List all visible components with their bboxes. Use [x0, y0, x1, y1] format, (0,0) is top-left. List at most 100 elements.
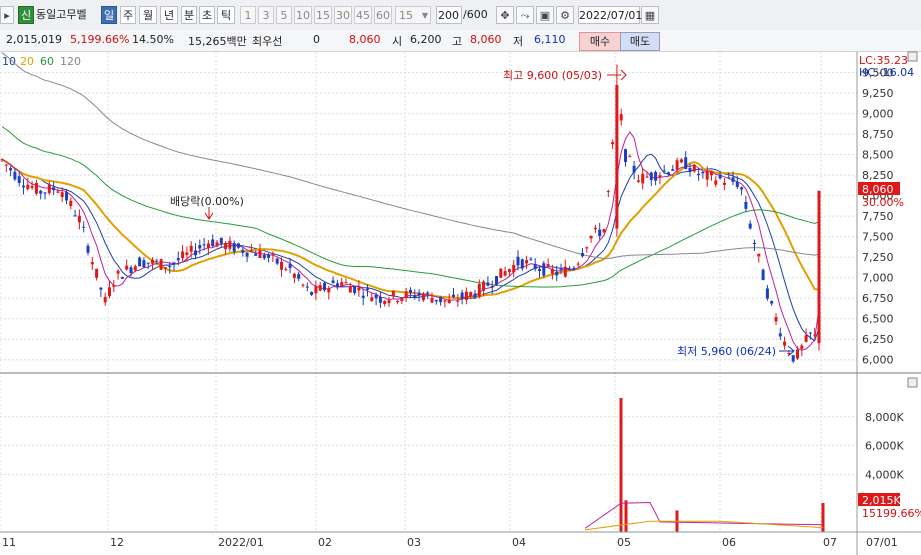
candle-body — [538, 269, 541, 271]
candle-body — [172, 262, 176, 264]
candle-body — [443, 300, 447, 302]
candle-body — [426, 292, 430, 294]
candle-body — [301, 284, 305, 286]
candle-body — [245, 252, 249, 257]
candle-body — [744, 201, 748, 209]
candle-body — [396, 301, 400, 303]
candle-body — [258, 250, 262, 258]
candle-body — [460, 292, 464, 299]
candle-body — [138, 257, 142, 267]
candle-body — [421, 295, 425, 301]
candle-body — [679, 159, 683, 163]
candle-body — [727, 177, 731, 179]
candle-body — [813, 334, 817, 336]
y-tick-label: 6,000 — [862, 354, 894, 367]
candle-body — [701, 171, 705, 174]
candle-body — [39, 190, 43, 194]
candle-body — [366, 288, 369, 290]
hc-label: HC:-16.04 — [859, 66, 914, 79]
candle-body — [129, 267, 133, 274]
candle-body — [99, 287, 103, 290]
candle-body — [4, 164, 8, 166]
candle-body — [654, 171, 658, 181]
candle-body — [383, 301, 387, 305]
candle-body — [65, 192, 68, 201]
candle-body — [770, 301, 774, 304]
candle-body — [335, 283, 339, 288]
volume-tick-label: 6,000K — [865, 440, 904, 453]
y-tick-label: 7,500 — [862, 231, 894, 244]
candle-body — [662, 170, 666, 172]
candle-body — [671, 169, 675, 171]
candle-body — [370, 297, 374, 302]
candle-body — [331, 280, 335, 284]
candle-body — [116, 270, 120, 274]
ma-10-line — [1, 153, 820, 342]
candle-body — [280, 261, 283, 270]
candle-body — [740, 187, 744, 190]
candle-body — [17, 176, 21, 183]
candle-body — [800, 345, 804, 349]
candle-body — [400, 298, 404, 302]
low-annotation: 최저 5,960 (06/24) — [677, 345, 776, 358]
candle-body — [181, 251, 185, 259]
stock-chart[interactable]: 6,000 6,250 6,500 6,750 7,000 7,250 7,500 7,750… — [0, 0, 921, 555]
y-tick-label: 8,250 — [862, 169, 894, 182]
volume-spike — [619, 398, 623, 532]
candle-body — [95, 268, 99, 278]
candle-body — [409, 289, 412, 293]
ma-120-line — [1, 52, 820, 259]
candle-body — [90, 262, 94, 265]
candle-body — [559, 268, 563, 270]
candle-body — [645, 176, 649, 178]
candle-body — [82, 226, 86, 228]
candle-body — [194, 250, 197, 256]
candle-body — [774, 317, 778, 322]
candle-body — [267, 254, 271, 258]
y-tick-label: 9,000 — [862, 108, 894, 121]
candle-body — [357, 287, 361, 291]
candle-body — [585, 247, 589, 249]
candle-body — [310, 291, 314, 295]
candle-body — [387, 300, 391, 304]
candle-body — [503, 271, 507, 276]
candle-body — [284, 269, 288, 271]
candle-body — [542, 263, 546, 276]
candle-body — [262, 254, 266, 259]
candle-body — [593, 227, 597, 230]
candle-body — [434, 299, 438, 302]
candle-body — [26, 184, 30, 190]
candle-body — [30, 186, 34, 188]
candle-body — [232, 243, 236, 252]
candle-body — [163, 267, 167, 269]
candle-body — [297, 274, 301, 279]
candle-body — [417, 292, 421, 296]
candle-body — [512, 264, 516, 272]
candle-body — [353, 286, 357, 294]
candle-body — [327, 288, 331, 293]
candle-body — [710, 171, 713, 176]
x-tick-label: 06 — [722, 536, 736, 549]
candle-body — [228, 240, 232, 249]
y-tick-label: 7,750 — [862, 210, 894, 223]
volume-tick-label: 4,000K — [865, 468, 904, 481]
candle-body — [237, 243, 240, 248]
y-tick-label: 8,750 — [862, 128, 894, 141]
candle-body — [323, 283, 326, 291]
candle-body — [464, 291, 468, 300]
candle-body — [761, 269, 765, 281]
candle-body — [159, 259, 163, 270]
candle-body — [619, 114, 623, 121]
y-tick-label: 8,500 — [862, 149, 894, 162]
candle-body — [155, 260, 159, 262]
candle-body — [120, 277, 124, 279]
candle-body — [288, 264, 292, 269]
candle-body — [572, 267, 576, 270]
candle-body — [189, 245, 193, 252]
candle-body — [490, 286, 494, 288]
candle-body — [817, 190, 821, 344]
candle-body — [589, 235, 593, 239]
candle-body — [808, 332, 812, 334]
candle-body — [796, 349, 799, 359]
candle-body — [348, 286, 352, 293]
